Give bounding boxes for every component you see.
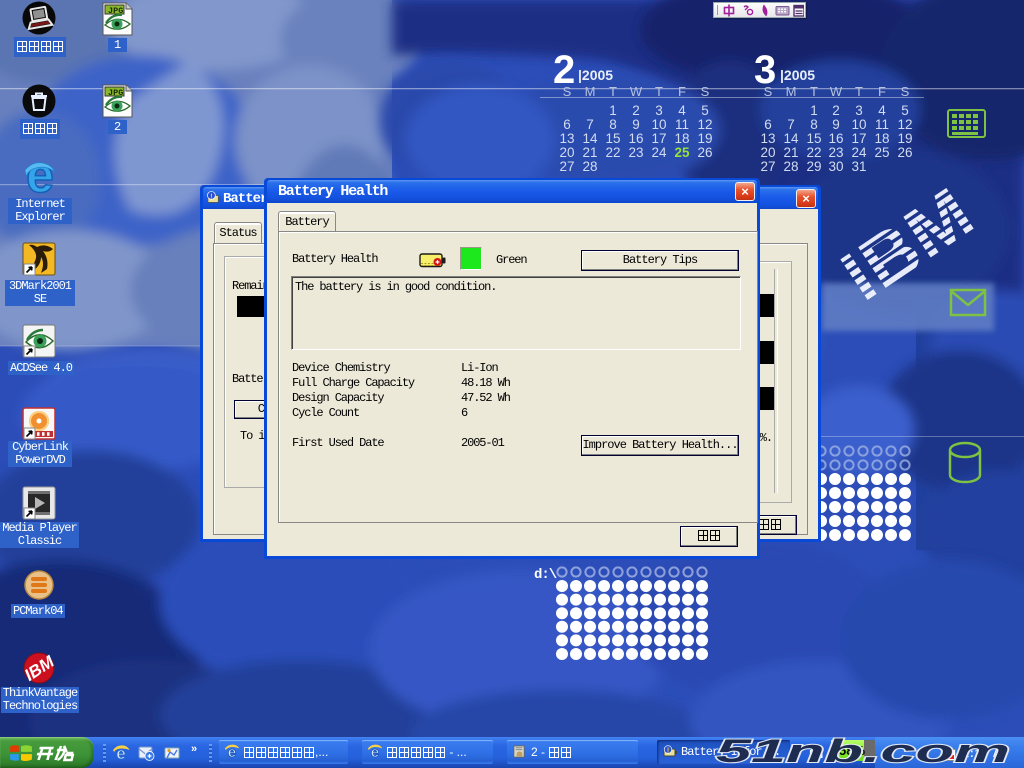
svg-text:21: 21 (783, 145, 798, 160)
svg-text:14: 14 (582, 131, 598, 146)
svg-text:29: 29 (806, 159, 821, 174)
svg-text:23: 23 (628, 145, 643, 160)
svg-text:24: 24 (651, 145, 667, 160)
svg-text:12: 12 (697, 117, 712, 132)
svg-text:3: 3 (855, 103, 863, 118)
svg-text:22: 22 (806, 145, 821, 160)
svg-text:S: S (701, 84, 710, 99)
svg-text:2: 2 (832, 103, 840, 118)
svg-text:W: W (630, 84, 643, 99)
svg-text:4: 4 (678, 103, 686, 118)
svg-text:1: 1 (609, 103, 617, 118)
svg-text:M: M (585, 84, 596, 99)
svg-text:7: 7 (586, 117, 594, 132)
svg-text:11: 11 (675, 117, 689, 132)
svg-text:12: 12 (897, 117, 912, 132)
svg-text:17: 17 (651, 131, 666, 146)
svg-text:S: S (563, 84, 572, 99)
svg-text:10: 10 (851, 117, 866, 132)
svg-text:17: 17 (851, 131, 866, 146)
svg-text:S: S (901, 84, 910, 99)
svg-text:31: 31 (851, 159, 866, 174)
svg-text:S: S (764, 84, 773, 99)
svg-text:6: 6 (764, 117, 772, 132)
svg-text:6: 6 (563, 117, 571, 132)
svg-text:20: 20 (559, 145, 574, 160)
svg-text:T: T (855, 84, 863, 99)
svg-text:11: 11 (875, 117, 889, 132)
svg-text:T: T (609, 84, 617, 99)
svg-text:18: 18 (674, 131, 689, 146)
svg-text:13: 13 (760, 131, 775, 146)
svg-text:28: 28 (582, 159, 597, 174)
svg-text:26: 26 (697, 145, 712, 160)
svg-text:2: 2 (632, 103, 640, 118)
svg-text:M: M (786, 84, 797, 99)
svg-text:27: 27 (559, 159, 574, 174)
svg-text:10: 10 (651, 117, 666, 132)
svg-text:T: T (810, 84, 818, 99)
svg-text:14: 14 (783, 131, 799, 146)
svg-text:5: 5 (901, 103, 909, 118)
svg-text:5: 5 (701, 103, 709, 118)
svg-text:F: F (678, 84, 686, 99)
svg-text:16: 16 (828, 131, 843, 146)
svg-text:19: 19 (697, 131, 712, 146)
svg-text:|2005: |2005 (578, 67, 613, 83)
svg-text:26: 26 (897, 145, 912, 160)
svg-text:51nb.com: 51nb.com (716, 733, 1010, 768)
svg-text:»: » (191, 744, 197, 755)
svg-text:19: 19 (897, 131, 912, 146)
svg-text:!: ! (210, 193, 212, 200)
svg-text:28: 28 (783, 159, 798, 174)
svg-text:24: 24 (851, 145, 867, 160)
svg-text:9: 9 (832, 117, 840, 132)
svg-text:13: 13 (559, 131, 574, 146)
svg-text:W: W (830, 84, 843, 99)
svg-text:8: 8 (810, 117, 818, 132)
svg-text:7: 7 (787, 117, 795, 132)
svg-text:T: T (655, 84, 663, 99)
svg-text:9: 9 (632, 117, 640, 132)
svg-text:15: 15 (806, 131, 821, 146)
svg-text:15: 15 (605, 131, 620, 146)
svg-text:3: 3 (655, 103, 663, 118)
svg-text:|2005: |2005 (780, 67, 815, 83)
svg-text:30: 30 (828, 159, 843, 174)
svg-text:25: 25 (874, 145, 889, 160)
svg-text:23: 23 (828, 145, 843, 160)
svg-text:27: 27 (760, 159, 775, 174)
svg-text:4: 4 (878, 103, 886, 118)
svg-text:8: 8 (609, 117, 617, 132)
svg-text:21: 21 (582, 145, 597, 160)
svg-text:1: 1 (810, 103, 818, 118)
svg-text:16: 16 (628, 131, 643, 146)
svg-text:d:\: d:\ (534, 567, 557, 583)
svg-text:25: 25 (674, 145, 690, 160)
svg-text:18: 18 (874, 131, 889, 146)
svg-text:20: 20 (760, 145, 775, 160)
svg-text:!: ! (667, 748, 669, 755)
svg-text:e: e (26, 147, 54, 203)
svg-text:F: F (878, 84, 886, 99)
svg-text:22: 22 (605, 145, 620, 160)
